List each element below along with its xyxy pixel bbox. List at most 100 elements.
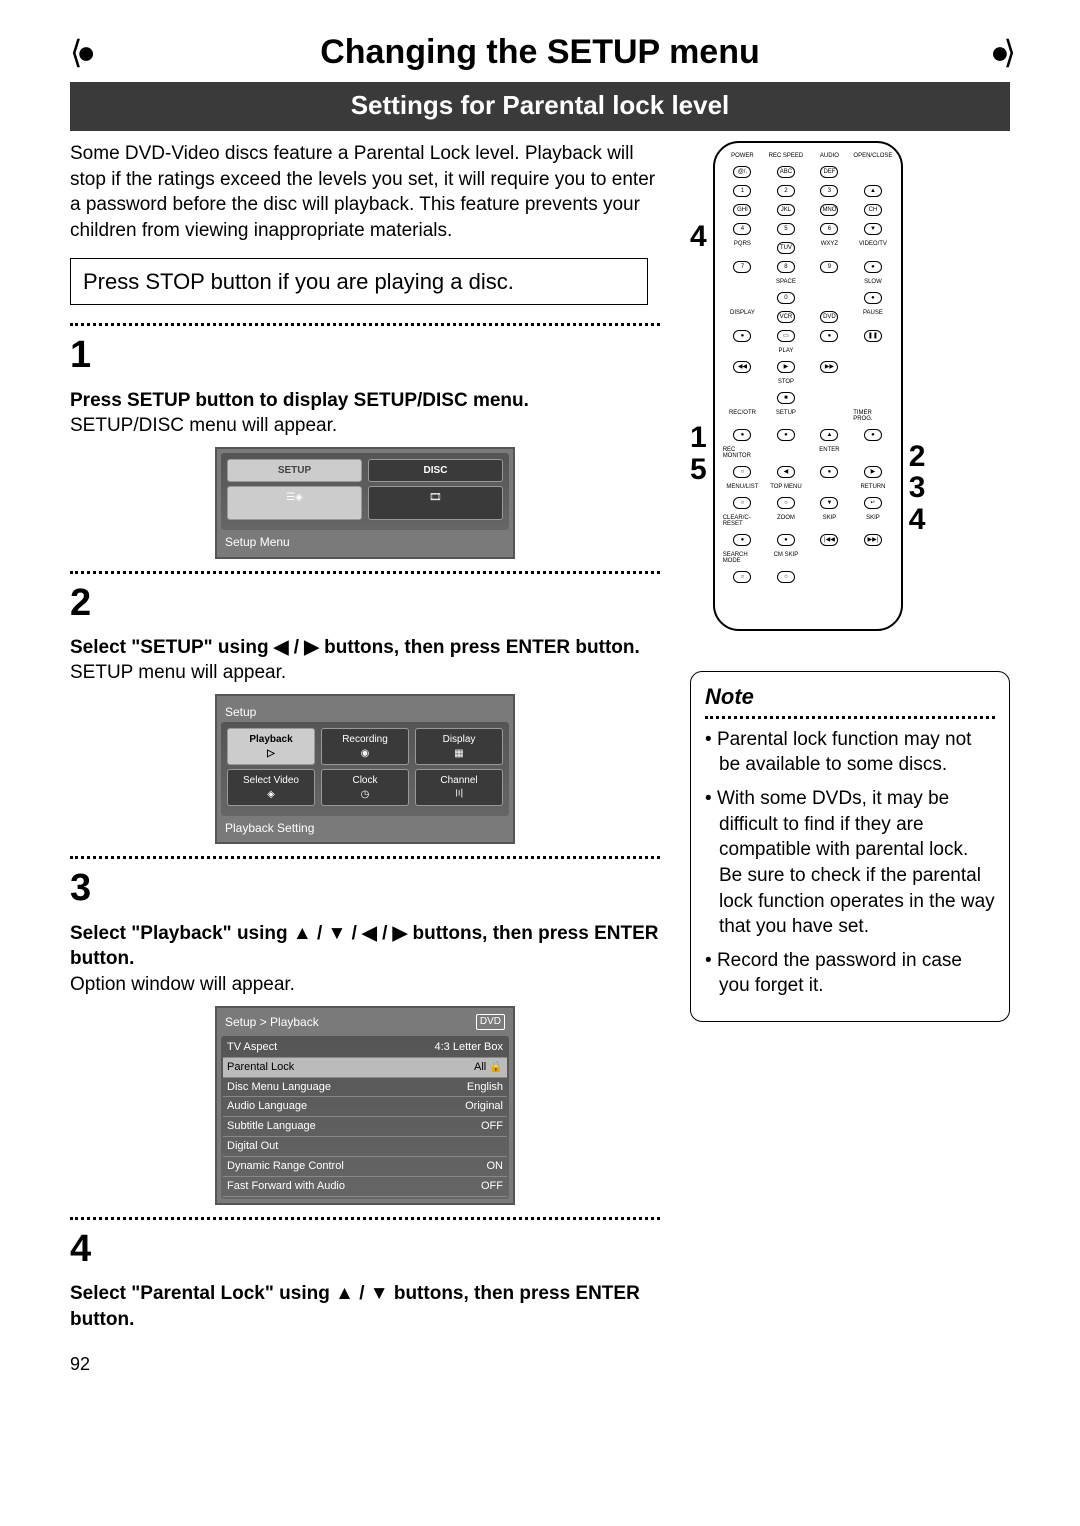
remote-button: ENTER xyxy=(810,447,850,459)
screen3-row: Digital Out xyxy=(223,1137,507,1157)
remote-button: MNO xyxy=(810,203,850,216)
step-3-title-a: Select "Playback" using xyxy=(70,923,293,944)
screen3-row: TV Aspect4:3 Letter Box xyxy=(223,1038,507,1057)
remote-button: 5 xyxy=(766,222,806,235)
note-item: Parental lock function may not be availa… xyxy=(705,727,995,778)
remote-button: CLEAR/C-RESET xyxy=(723,515,763,527)
remote-button: POWER xyxy=(723,153,763,159)
callout-3: 3 xyxy=(909,472,926,504)
remote-button xyxy=(810,484,850,490)
remote-button xyxy=(810,291,850,304)
note-list: Parental lock function may not be availa… xyxy=(705,727,995,999)
remote-button: ZOOM xyxy=(766,515,806,527)
remote-button: 6 xyxy=(810,222,850,235)
remote-button: DISPLAY xyxy=(723,310,763,323)
page-number: 92 xyxy=(70,1352,1010,1376)
title-row: Changing the SETUP menu xyxy=(70,30,1010,76)
remote-button: PAUSE xyxy=(853,310,893,323)
remote-button: ◀ xyxy=(766,465,806,478)
remote-button: TUV xyxy=(766,241,806,254)
callout-1: 1 xyxy=(690,422,707,454)
remote-control: POWERREC SPEEDAUDIOOPEN/CLOSE@/.ABCDEF 1… xyxy=(713,141,903,631)
remote-button: ▼ xyxy=(810,496,850,509)
remote-button: DEF xyxy=(810,165,850,178)
remote-button: 3 xyxy=(810,184,850,197)
remote-callouts-left: 4 1 5 xyxy=(690,141,707,486)
remote-button xyxy=(723,348,763,354)
screen1-disc-cell: DISC xyxy=(368,459,503,483)
screen-setup-disc: SETUP DISC ☰◈ 🎞 Setup Menu xyxy=(215,447,515,559)
decor-left xyxy=(70,31,90,74)
step-3-arrows: ▲ / ▼ / ◀ / ▶ xyxy=(293,921,407,947)
step-2-title-a: Select "SETUP" using xyxy=(70,637,274,658)
screen1-setup-cell: SETUP xyxy=(227,459,362,483)
remote-button: VCR xyxy=(766,310,806,323)
remote-button: TOP MENU xyxy=(766,484,806,490)
remote-button: SLOW xyxy=(853,279,893,285)
remote-button: ● xyxy=(810,329,850,342)
remote-button xyxy=(810,570,850,583)
remote-button xyxy=(853,360,893,373)
step-3-number: 3 xyxy=(70,863,660,914)
remote-button xyxy=(723,391,763,404)
step-1-title: Press SETUP button to display SETUP/DISC… xyxy=(70,388,660,414)
screen-setup-menu: Setup Playback▷ Recording◉ Display▦ Sele… xyxy=(215,694,515,844)
divider xyxy=(70,323,660,326)
remote-button: ○ xyxy=(723,496,763,509)
remote-button xyxy=(853,379,893,385)
step-4-arrows: ▲ / ▼ xyxy=(335,1281,388,1307)
screen2-header: Setup xyxy=(221,700,509,722)
remote-button: RETURN xyxy=(853,484,893,490)
remote-button: ● xyxy=(853,291,893,304)
remote-button: ● xyxy=(766,428,806,441)
remote-button: ↵ xyxy=(853,496,893,509)
remote-button: GHI xyxy=(723,203,763,216)
callout-4-bottom: 4 xyxy=(909,504,926,536)
step-2-title-b: buttons, then press ENTER button. xyxy=(319,637,640,658)
screen3-row: Fast Forward with AudioOFF xyxy=(223,1176,507,1196)
side-column: 4 1 5 POWERREC SPEEDAUDIOOPEN/CLOSE@/.AB… xyxy=(690,141,1010,1022)
step-3-title: Select "Playback" using ▲ / ▼ / ◀ / ▶ bu… xyxy=(70,921,660,972)
remote-button: CM SKIP xyxy=(766,552,806,564)
step-4-title-a: Select "Parental Lock" using xyxy=(70,1283,335,1304)
page-subtitle: Settings for Parental lock level xyxy=(70,82,1010,131)
remote-button xyxy=(810,379,850,385)
remote-button: PQRS xyxy=(723,241,763,254)
remote-button xyxy=(723,279,763,285)
remote-button: TIMER PROG. xyxy=(853,410,893,422)
remote-button: PLAY xyxy=(766,348,806,354)
remote-button: REC MONITOR xyxy=(723,447,763,459)
remote-button xyxy=(853,165,893,178)
note-item: With some DVDs, it may be difficult to f… xyxy=(705,786,995,940)
screen-playback-options: Setup > Playback DVD TV Aspect4:3 Letter… xyxy=(215,1006,515,1205)
remote-button: ▶▶ xyxy=(810,360,850,373)
remote-button: ○ xyxy=(723,570,763,583)
remote-button: ○ xyxy=(766,570,806,583)
step-2-title: Select "SETUP" using ◀ / ▶ buttons, then… xyxy=(70,635,660,661)
decor-right xyxy=(990,31,1010,74)
remote-button: 9 xyxy=(810,260,850,273)
screen1-caption: Setup Menu xyxy=(221,530,509,552)
stop-hint-box: Press STOP button if you are playing a d… xyxy=(70,258,648,306)
screen2-cell-recording: Recording◉ xyxy=(321,728,409,765)
remote-button: ▭ xyxy=(766,329,806,342)
divider xyxy=(70,1217,660,1220)
step-2-arrows: ◀ / ▶ xyxy=(274,635,319,661)
screen3-table: TV Aspect4:3 Letter BoxParental LockAll … xyxy=(223,1038,507,1197)
remote-button xyxy=(810,391,850,404)
remote-button xyxy=(810,348,850,354)
remote-button: MENU/LIST xyxy=(723,484,763,490)
note-heading: Note xyxy=(705,682,995,712)
screen3-row: Dynamic Range ControlON xyxy=(223,1156,507,1176)
remote-button: JKL xyxy=(766,203,806,216)
remote-button: SEARCH MODE xyxy=(723,552,763,564)
step-2-body: SETUP menu will appear. xyxy=(70,660,660,686)
remote-button: ▶▶| xyxy=(853,533,893,546)
remote-button: SKIP xyxy=(853,515,893,527)
remote-callouts-right: 2 3 4 xyxy=(909,141,926,536)
callout-5: 5 xyxy=(690,454,707,486)
screen1-disc-icon: 🎞 xyxy=(368,486,503,520)
remote-button: SKIP xyxy=(810,515,850,527)
remote-button xyxy=(766,447,806,459)
callout-4-top: 4 xyxy=(690,221,707,253)
